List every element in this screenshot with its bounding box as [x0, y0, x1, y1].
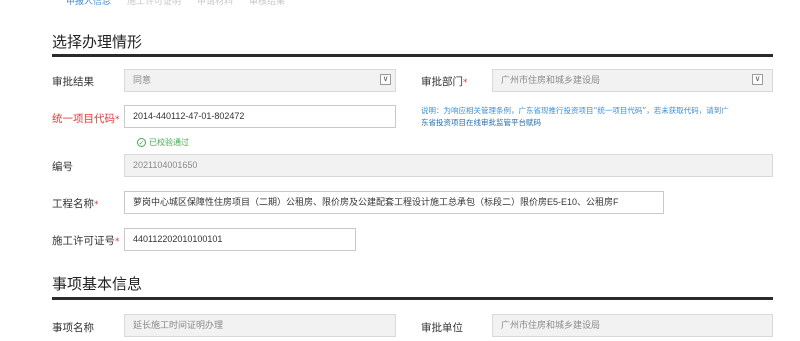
- permit-label: 施工许可证号*: [52, 235, 120, 247]
- section-title-situation: 选择办理情形: [52, 33, 143, 51]
- number-label: 编号: [52, 161, 73, 173]
- step-permit-proof[interactable]: 施工许可证明: [127, 0, 181, 8]
- permit-input[interactable]: 440112202010100101: [124, 228, 356, 251]
- verified-text: 已校验通过: [149, 138, 189, 147]
- section-divider: [52, 54, 773, 57]
- project-code-hint: 说明：为响应相关管理条例，广东省现推行投资项目“统一项目代码”，若未获取代码，请…: [421, 105, 776, 129]
- hint-line-2[interactable]: 东省投资项目在线审批监管平台赋码: [421, 117, 776, 129]
- dept-select-value: 广州市住房和城乡建设局: [501, 75, 601, 85]
- approval-unit-label: 审批单位: [421, 322, 463, 334]
- progress-steps: 申报人信息 施工许可证明 申请材料 审核结果: [66, 0, 301, 8]
- chevron-down-icon[interactable]: ∨: [380, 74, 391, 85]
- step-review-result[interactable]: 审核结果: [249, 0, 285, 8]
- step-materials[interactable]: 申请材料: [197, 0, 233, 8]
- hint-line-1: 说明：为响应相关管理条例，广东省现推行投资项目“统一项目代码”，若未获取代码，请…: [421, 106, 729, 115]
- project-code-input[interactable]: 2014-440112-47-01-802472: [124, 105, 396, 128]
- number-input[interactable]: 2021104001650: [124, 154, 773, 177]
- dept-select[interactable]: 广州市住房和城乡建设局 ∨: [492, 69, 773, 92]
- verified-status: ✓ 已校验通过: [137, 137, 189, 148]
- project-name-label: 工程名称*: [52, 198, 99, 210]
- section-divider: [52, 297, 773, 300]
- result-select-value: 同意: [133, 75, 152, 85]
- section-title-item-info: 事项基本信息: [52, 275, 143, 293]
- chevron-down-icon[interactable]: ∨: [752, 74, 763, 85]
- project-name-input[interactable]: 萝岗中心城区保障性住房项目（二期）公租房、限价房及公建配套工程设计施工总承包（标…: [124, 191, 664, 214]
- check-circle-icon: ✓: [137, 138, 146, 147]
- item-name-label: 事项名称: [52, 322, 94, 334]
- step-applicant-info[interactable]: 申报人信息: [66, 0, 111, 8]
- approval-unit-input[interactable]: 广州市住房和城乡建设局: [492, 314, 773, 337]
- item-name-input[interactable]: 延长施工时间证明办理: [124, 314, 396, 337]
- dept-label: 审批部门*: [421, 76, 468, 88]
- project-code-label: 统一项目代码*: [52, 113, 120, 125]
- result-select[interactable]: 同意 ∨: [124, 69, 396, 92]
- result-label: 审批结果: [52, 76, 94, 88]
